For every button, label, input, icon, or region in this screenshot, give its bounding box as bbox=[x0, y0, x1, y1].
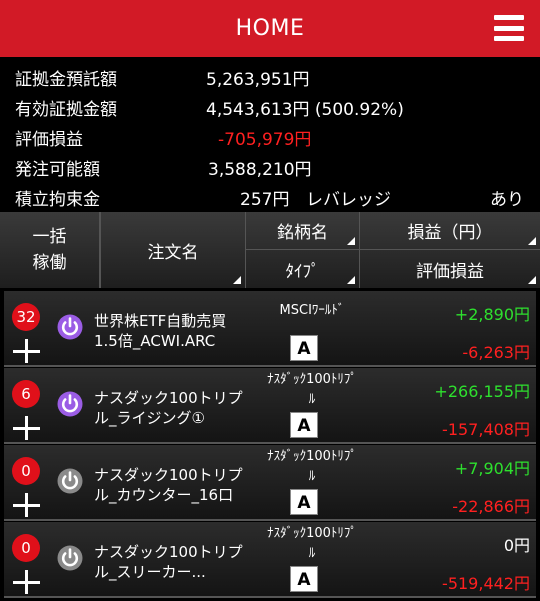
symbol-name: ﾅｽﾀﾞｯｸ100ﾄﾘﾌﾟ ﾙ bbox=[252, 524, 372, 564]
valuation-pl-value: -705,979円 bbox=[218, 130, 312, 150]
valuation-value: -519,442円 bbox=[442, 574, 530, 593]
table-header: 一括 稼働 注文名 銘柄名 ﾀｲﾌﾟ 損益（円） 評価損益 bbox=[0, 212, 540, 288]
symbol-name-line1: ﾅｽﾀﾞｯｸ100ﾄﾘﾌﾟ bbox=[267, 526, 357, 541]
symbol-name-line1: MSCIﾜｰﾙﾄﾞ bbox=[279, 303, 345, 318]
sort-indicator-icon bbox=[347, 276, 355, 284]
orderable-row: 発注可能額 3,588,210円 bbox=[0, 152, 540, 180]
pl-value: 0円 bbox=[503, 536, 530, 555]
symbol-name-line2: ﾙ bbox=[308, 546, 316, 561]
symbol-name: MSCIﾜｰﾙﾄﾞ bbox=[252, 301, 372, 321]
margin-deposit-label: 証拠金預託額 bbox=[15, 70, 117, 90]
symbol-header-label: 銘柄名 bbox=[277, 223, 328, 243]
plus-expand-icon[interactable] bbox=[13, 493, 40, 517]
position-count-badge: 32 bbox=[12, 303, 40, 331]
order-name-header-label: 注文名 bbox=[147, 242, 199, 263]
sort-type-header[interactable]: ﾀｲﾌﾟ bbox=[246, 250, 360, 288]
table-row[interactable]: 0 ナスダック100トリプ ル_スリーカー... ﾅｽﾀﾞｯｸ100ﾄﾘﾌﾟ ﾙ… bbox=[4, 522, 536, 598]
order-name-line2: 1.5倍_ACWI.ARC bbox=[94, 332, 216, 350]
valuation-value: -157,408円 bbox=[442, 420, 530, 439]
type-badge: A bbox=[290, 489, 318, 515]
order-name[interactable]: ナスダック100トリプ ル_カウンター_16口 bbox=[94, 465, 254, 505]
sort-order-name-header[interactable]: 注文名 bbox=[100, 212, 246, 288]
reserve-label: 積立拘束金 bbox=[15, 190, 100, 210]
margin-deposit-value: 5,263,951円 bbox=[206, 70, 310, 90]
power-toggle-icon[interactable] bbox=[56, 467, 84, 495]
order-name-line2: ル_スリーカー... bbox=[94, 563, 206, 581]
pl-value: +266,155円 bbox=[434, 382, 530, 401]
leverage-value: あり bbox=[490, 190, 524, 210]
table-row[interactable]: 32 世界株ETF自動売買 1.5倍_ACWI.ARC MSCIﾜｰﾙﾄﾞ A … bbox=[4, 291, 536, 367]
symbol-name-line1: ﾅｽﾀﾞｯｸ100ﾄﾘﾌﾟ bbox=[267, 372, 357, 387]
table-row[interactable]: 6 ナスダック100トリプ ル_ライジング① ﾅｽﾀﾞｯｸ100ﾄﾘﾌﾟ ﾙ A… bbox=[4, 368, 536, 444]
orderable-value: 3,588,210円 bbox=[208, 160, 312, 180]
symbol-name: ﾅｽﾀﾞｯｸ100ﾄﾘﾌﾟ ﾙ bbox=[252, 447, 372, 487]
order-name[interactable]: ナスダック100トリプ ル_ライジング① bbox=[94, 388, 254, 428]
bulk-operation-header[interactable]: 一括 稼働 bbox=[0, 212, 100, 288]
leverage-label: レバレッジ bbox=[306, 190, 391, 210]
pl-value: +2,890円 bbox=[454, 305, 530, 324]
power-toggle-icon[interactable] bbox=[56, 313, 84, 341]
bulk-header-line2: 稼働 bbox=[32, 253, 67, 273]
bulk-header-line1: 一括 bbox=[32, 227, 67, 247]
valuation-pl-label: 評価損益 bbox=[15, 130, 83, 150]
order-name-line1: ナスダック100トリプ bbox=[94, 389, 243, 407]
position-count-badge: 6 bbox=[12, 380, 40, 408]
pl-value: +7,904円 bbox=[454, 459, 530, 478]
sort-symbol-header[interactable]: 銘柄名 bbox=[246, 212, 360, 250]
power-toggle-icon[interactable] bbox=[56, 390, 84, 418]
order-name-line1: 世界株ETF自動売買 bbox=[94, 312, 227, 330]
plus-expand-icon[interactable] bbox=[13, 339, 40, 363]
symbol-name-line2: ﾙ bbox=[308, 469, 316, 484]
power-toggle-icon[interactable] bbox=[56, 544, 84, 572]
order-name-line2: ル_カウンター_16口 bbox=[94, 486, 234, 504]
plus-expand-icon[interactable] bbox=[13, 570, 40, 594]
effective-margin-row: 有効証拠金額 4,543,613円 (500.92%) bbox=[0, 92, 540, 120]
symbol-name-line1: ﾅｽﾀﾞｯｸ100ﾄﾘﾌﾟ bbox=[267, 449, 357, 464]
valuation-pl-row: 評価損益 -705,979円 bbox=[0, 122, 540, 150]
margin-deposit-row: 証拠金預託額 5,263,951円 bbox=[0, 62, 540, 90]
valuation-value: -22,866円 bbox=[452, 497, 530, 516]
sort-valuation-header[interactable]: 評価損益 bbox=[360, 250, 540, 288]
page-title: HOME bbox=[235, 16, 305, 41]
effective-margin-value: 4,543,613円 (500.92%) bbox=[206, 100, 404, 120]
hamburger-menu-icon[interactable] bbox=[494, 13, 524, 43]
effective-margin-label: 有効証拠金額 bbox=[15, 100, 117, 120]
type-header-label: ﾀｲﾌﾟ bbox=[285, 261, 320, 282]
orderable-label: 発注可能額 bbox=[15, 160, 100, 180]
position-count-badge: 0 bbox=[12, 457, 40, 485]
order-name[interactable]: ナスダック100トリプ ル_スリーカー... bbox=[94, 542, 254, 582]
valuation-value: -6,263円 bbox=[462, 343, 530, 362]
sort-indicator-icon bbox=[528, 276, 536, 284]
plus-expand-icon[interactable] bbox=[13, 416, 40, 440]
reserve-value: 257円 bbox=[240, 190, 290, 210]
sort-pl-header[interactable]: 損益（円） bbox=[360, 212, 540, 250]
symbol-name-line2: ﾙ bbox=[308, 392, 316, 407]
type-badge: A bbox=[290, 566, 318, 592]
sort-indicator-icon bbox=[233, 276, 241, 284]
order-name[interactable]: 世界株ETF自動売買 1.5倍_ACWI.ARC bbox=[94, 311, 254, 351]
account-summary: 証拠金預託額 5,263,951円 有効証拠金額 4,543,613円 (500… bbox=[0, 60, 540, 210]
position-count-badge: 0 bbox=[12, 534, 40, 562]
reserve-row: 積立拘束金 257円 レバレッジ あり bbox=[0, 182, 540, 210]
order-name-line1: ナスダック100トリプ bbox=[94, 543, 243, 561]
type-badge: A bbox=[290, 335, 318, 361]
pl-header-label: 損益（円） bbox=[407, 223, 493, 243]
symbol-name: ﾅｽﾀﾞｯｸ100ﾄﾘﾌﾟ ﾙ bbox=[252, 370, 372, 410]
table-row[interactable]: 0 ナスダック100トリプ ル_カウンター_16口 ﾅｽﾀﾞｯｸ100ﾄﾘﾌﾟ … bbox=[4, 445, 536, 521]
type-badge: A bbox=[290, 412, 318, 438]
sort-indicator-icon bbox=[347, 237, 355, 245]
sort-indicator-icon bbox=[528, 237, 536, 245]
app-header: HOME bbox=[0, 0, 540, 57]
valuation-header-label: 評価損益 bbox=[416, 261, 484, 282]
order-name-line1: ナスダック100トリプ bbox=[94, 466, 243, 484]
order-name-line2: ル_ライジング① bbox=[94, 409, 205, 427]
